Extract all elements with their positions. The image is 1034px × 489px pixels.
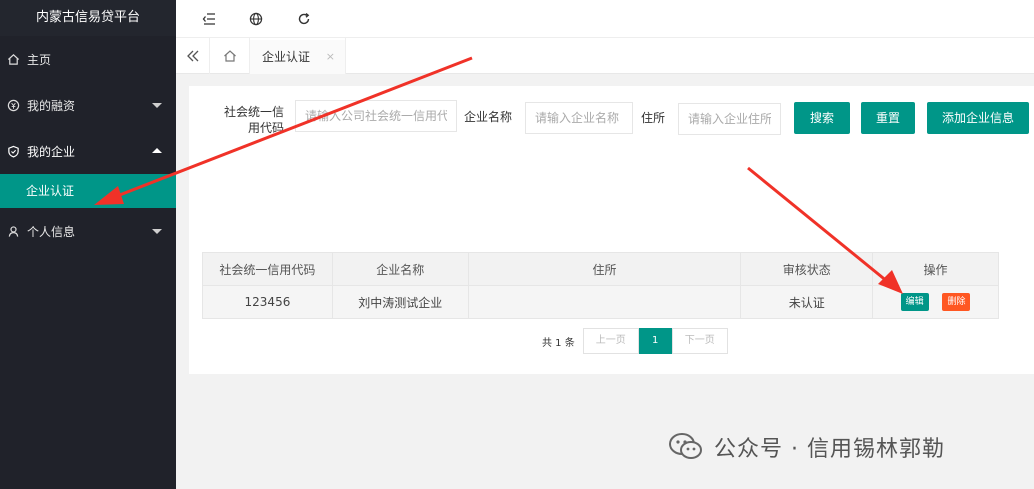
sidebar-item-label: 我的企业: [27, 144, 76, 159]
home-icon: [6, 52, 20, 66]
tabs-scroll-left-icon[interactable]: [176, 38, 210, 74]
sidebar-item-personal-info[interactable]: 个人信息: [0, 208, 176, 254]
top-header: [176, 0, 1034, 38]
money-icon: [6, 98, 20, 112]
address-input[interactable]: [678, 103, 781, 135]
table-row: 123456 刘中涛测试企业 未认证 编辑 删除: [202, 285, 999, 319]
user-icon: [6, 224, 20, 238]
col-actions: 操作: [872, 252, 999, 286]
brand-title: 内蒙古信易贷平台: [0, 0, 176, 36]
col-name: 企业名称: [331, 252, 469, 286]
sidebar-item-my-enterprise[interactable]: 我的企业: [0, 128, 176, 174]
tab-home-icon[interactable]: [210, 38, 250, 74]
enterprise-table: 社会统一信用代码 企业名称 住所 审核状态 操作 123456 刘中涛测试企业 …: [202, 252, 999, 319]
shield-icon: [6, 144, 20, 158]
credit-code-label: 社会统一信用代码: [223, 105, 284, 135]
tab-active-indicator: [250, 38, 345, 40]
col-status: 审核状态: [740, 252, 874, 286]
tab-label: 企业认证: [262, 49, 311, 64]
sidebar-item-label: 个人信息: [27, 224, 76, 239]
refresh-icon[interactable]: [295, 10, 313, 28]
cell-actions: 编辑 删除: [872, 285, 999, 319]
add-enterprise-button[interactable]: 添加企业信息: [927, 102, 1029, 134]
table-header-row: 社会统一信用代码 企业名称 住所 审核状态 操作: [202, 252, 999, 286]
address-label: 住所: [641, 111, 666, 125]
col-address: 住所: [467, 252, 742, 286]
tabs-bar: 企业认证 ×: [176, 38, 1034, 74]
col-credit-code: 社会统一信用代码: [202, 252, 333, 286]
edit-button[interactable]: 编辑: [900, 293, 929, 311]
cell-address: [467, 285, 742, 319]
globe-icon[interactable]: [247, 10, 265, 28]
close-icon[interactable]: ×: [326, 50, 335, 63]
sidebar-item-home[interactable]: 主页: [0, 36, 176, 82]
next-page-button[interactable]: 下一页: [671, 328, 728, 354]
watermark: 公众号 · 信用锡林郭勒: [668, 430, 945, 464]
cell-name: 刘中涛测试企业: [331, 285, 469, 319]
prev-page-button[interactable]: 上一页: [582, 328, 639, 354]
chevron-down-icon: [152, 103, 162, 108]
chevron-up-icon: [152, 148, 162, 153]
sidebar-item-financing[interactable]: 我的融资: [0, 82, 176, 128]
wechat-icon: [668, 432, 704, 462]
tab-enterprise-cert[interactable]: 企业认证 ×: [250, 38, 346, 74]
shrink-menu-icon[interactable]: [200, 10, 218, 28]
reset-button[interactable]: 重置: [861, 102, 915, 134]
cell-status: 未认证: [740, 285, 874, 319]
enterprise-name-label: 企业名称: [464, 110, 513, 124]
sidebar-item-label: 我的融资: [27, 98, 76, 113]
credit-code-input[interactable]: [295, 100, 457, 132]
chevron-down-icon: [152, 229, 162, 234]
sidebar: 内蒙古信易贷平台 主页 我的融资 我的企业 企业认证 个人信息: [0, 0, 176, 489]
sidebar-item-label: 主页: [27, 52, 52, 67]
watermark-text: 公众号 · 信用锡林郭勒: [714, 437, 945, 462]
pagination-total: 共 1 条: [542, 337, 575, 349]
pagination: 共 1 条 上一页 1 下一页: [542, 328, 728, 354]
cell-credit-code: 123456: [202, 285, 333, 319]
enterprise-name-input[interactable]: [525, 102, 633, 134]
search-button[interactable]: 搜索: [794, 102, 850, 134]
page-number-current[interactable]: 1: [638, 328, 672, 354]
sidebar-subitem-enterprise-cert[interactable]: 企业认证: [0, 174, 176, 208]
delete-button[interactable]: 删除: [942, 293, 971, 311]
